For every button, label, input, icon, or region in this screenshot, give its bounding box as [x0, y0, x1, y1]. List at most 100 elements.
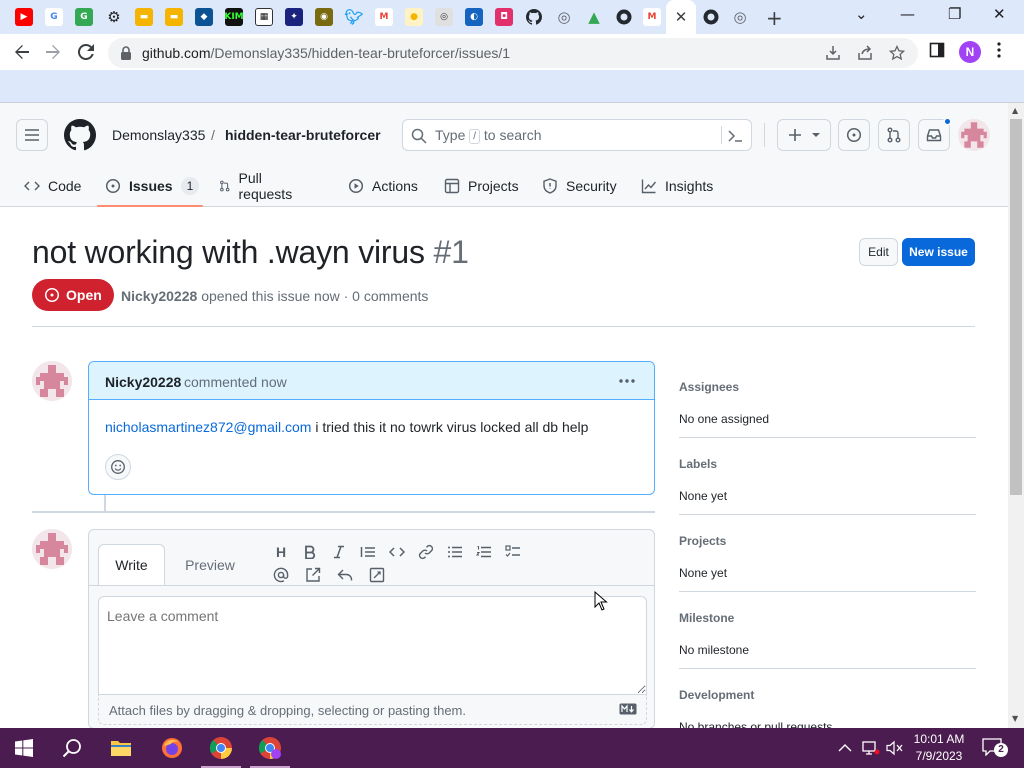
sidebar-projects[interactable]: Projects None yet — [679, 534, 976, 580]
search-input[interactable]: Type / to search — [402, 119, 752, 151]
action-center-icon[interactable]: 2 — [982, 728, 1008, 768]
scrollbar-thumb[interactable] — [1010, 119, 1022, 495]
volume-icon[interactable] — [886, 728, 904, 768]
gear-tab-icon[interactable]: ⚙ — [105, 8, 123, 26]
mention-icon[interactable] — [271, 565, 291, 585]
close-window-button[interactable]: ✕ — [993, 5, 1006, 23]
bulb-tab-icon[interactable]: ● — [405, 8, 423, 26]
search-icon[interactable] — [48, 728, 96, 768]
chrome-tab-icon[interactable]: ◎ — [555, 8, 573, 26]
avatar[interactable] — [32, 361, 72, 401]
reload-icon[interactable] — [75, 41, 97, 63]
add-reaction-button[interactable] — [105, 454, 131, 480]
scroll-down-arrow-icon[interactable]: ▼ — [1012, 714, 1018, 723]
side-panel-icon[interactable] — [929, 42, 945, 58]
site-tab-icon[interactable]: ◎ — [435, 8, 453, 26]
install-app-icon[interactable] — [824, 44, 842, 62]
share-icon[interactable] — [856, 44, 874, 62]
tab-projects[interactable]: Projects — [444, 165, 519, 207]
minimize-button[interactable]: — — [900, 5, 915, 23]
cross-reference-icon[interactable] — [303, 565, 323, 585]
tab-insights[interactable]: Insights — [641, 165, 713, 207]
scroll-up-arrow-icon[interactable]: ▲ — [1012, 106, 1018, 115]
tab-preview[interactable]: Preview — [173, 544, 247, 585]
tasklist-icon[interactable] — [503, 542, 523, 562]
file-explorer-icon[interactable] — [97, 728, 145, 768]
command-palette-icon[interactable] — [727, 128, 743, 144]
windows-start-icon[interactable] — [0, 728, 48, 768]
drive-tab-icon[interactable]: ▲ — [585, 8, 603, 26]
github-tab-icon-3[interactable] — [702, 8, 720, 26]
page-scrollbar[interactable]: ▲ ▼ — [1008, 103, 1024, 728]
chrome-tab-icon-2[interactable]: ◎ — [731, 8, 749, 26]
unordered-list-icon[interactable] — [445, 542, 465, 562]
reply-icon[interactable] — [335, 565, 355, 585]
github-logo-icon[interactable] — [64, 119, 96, 151]
italic-icon[interactable] — [329, 542, 349, 562]
attach-files-area[interactable]: Attach files by dragging & dropping, sel… — [98, 695, 647, 725]
tab-security[interactable]: Security — [542, 165, 617, 207]
heading-icon[interactable]: H — [271, 542, 291, 562]
markdown-icon[interactable] — [619, 703, 637, 715]
forward-icon[interactable] — [42, 41, 64, 63]
saved-replies-icon[interactable] — [367, 565, 387, 585]
tab-close-icon[interactable]: ✕ — [672, 8, 690, 26]
chrome-profile-icon[interactable] — [246, 728, 294, 768]
folder-tab-icon-2[interactable]: ▬ — [165, 8, 183, 26]
repo-owner-link[interactable]: Demonslay335 — [112, 127, 205, 143]
bold-icon[interactable] — [300, 542, 320, 562]
sidebar-labels[interactable]: Labels None yet — [679, 457, 976, 503]
issues-button[interactable] — [838, 119, 870, 151]
game-tab-icon[interactable]: ✦ — [285, 8, 303, 26]
sidebar-milestone[interactable]: Milestone No milestone — [679, 611, 976, 657]
tab-search-icon[interactable]: ⌄ — [855, 5, 868, 23]
avatar[interactable] — [32, 529, 72, 569]
repo-name-link[interactable]: hidden-tear-bruteforcer — [225, 127, 381, 143]
grammarly-tab-icon[interactable]: G — [75, 8, 93, 26]
create-new-button[interactable] — [777, 119, 831, 151]
kim-tab-icon[interactable]: KIM — [224, 8, 244, 26]
link-icon[interactable] — [416, 542, 436, 562]
maximize-button[interactable]: ❐ — [948, 5, 961, 23]
github-tab-icon-2[interactable] — [615, 8, 633, 26]
network-icon[interactable] — [862, 728, 880, 768]
comment-textarea[interactable] — [98, 596, 647, 695]
tab-code[interactable]: Code — [24, 165, 81, 207]
firefox-icon[interactable] — [148, 728, 196, 768]
chrome-icon[interactable] — [197, 728, 245, 768]
user-avatar[interactable] — [958, 119, 990, 151]
hamburger-menu-button[interactable] — [16, 119, 48, 151]
url-text[interactable]: github.com/Demonslay335/hidden-tear-brut… — [142, 45, 510, 61]
youtube-tab-icon[interactable]: ▶ — [15, 8, 33, 26]
instagram-tab-icon[interactable]: ◘ — [495, 8, 513, 26]
address-bar[interactable]: github.com/Demonslay335/hidden-tear-brut… — [108, 38, 918, 68]
new-tab-button[interactable]: + — [766, 6, 783, 30]
chrome-menu-icon[interactable] — [997, 42, 1001, 58]
bookmark-star-icon[interactable] — [888, 44, 906, 62]
taskbar-clock[interactable]: 10:01 AM 7/9/2023 — [906, 731, 972, 765]
gmail-tab-icon[interactable]: M — [375, 8, 393, 26]
bird-tab-icon[interactable]: ◆ — [195, 8, 213, 26]
issue-author-link[interactable]: Nicky20228 — [121, 288, 197, 304]
twitter-tab-icon[interactable]: 🐦︎ — [344, 8, 363, 26]
tab-actions[interactable]: Actions — [348, 165, 418, 207]
ordered-list-icon[interactable] — [474, 542, 494, 562]
email-link[interactable]: nicholasmartinez872@gmail.com — [105, 419, 311, 435]
lock-icon[interactable] — [120, 46, 132, 60]
new-issue-button[interactable]: New issue — [902, 238, 975, 266]
google-tab-icon[interactable]: G — [45, 8, 63, 26]
tab-issues[interactable]: Issues 1 — [105, 165, 200, 207]
pull-requests-button[interactable] — [878, 119, 910, 151]
kebab-horizontal-icon[interactable] — [617, 371, 637, 391]
tab-write[interactable]: Write — [98, 544, 165, 585]
show-hidden-icons[interactable] — [838, 728, 852, 768]
gmail-tab-icon-2[interactable]: M — [643, 8, 661, 26]
code-icon[interactable] — [387, 542, 407, 562]
edit-button[interactable]: Edit — [859, 238, 898, 266]
quote-icon[interactable] — [358, 542, 378, 562]
tab-pull-requests[interactable]: Pull requests — [219, 165, 297, 207]
profile-avatar[interactable]: N — [959, 41, 981, 63]
qr-tab-icon[interactable]: ▦ — [255, 8, 273, 26]
github-tab-icon[interactable] — [525, 8, 543, 26]
sonic-tab-icon[interactable]: ◐ — [465, 8, 483, 26]
